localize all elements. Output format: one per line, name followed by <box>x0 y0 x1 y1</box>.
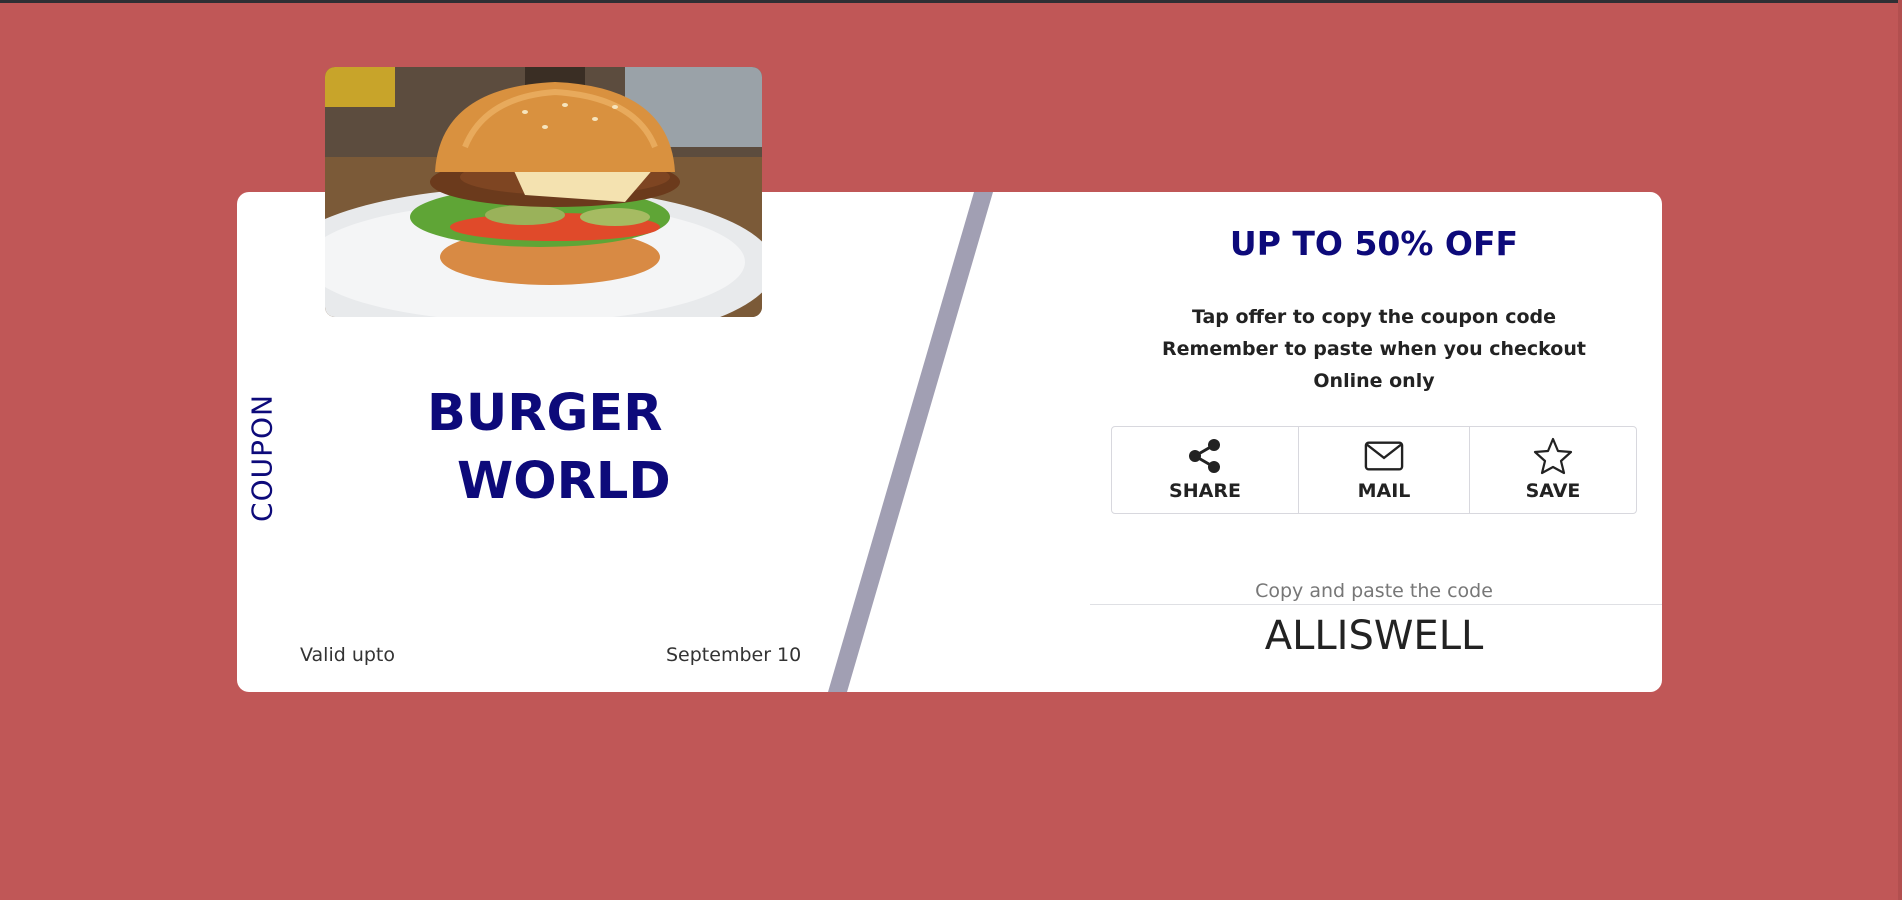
mail-label: MAIL <box>1357 480 1411 502</box>
valid-upto-date: September 10 <box>666 644 802 666</box>
burger-image <box>325 67 762 317</box>
instruction-paste: Remember to paste when you checkout <box>1162 338 1586 360</box>
share-button[interactable]: SHARE <box>1112 427 1298 513</box>
instruction-copy: Tap offer to copy the coupon code <box>1191 306 1557 328</box>
offer-title[interactable]: UP TO 50% OFF <box>1230 224 1518 263</box>
copy-hint: Copy and paste the code <box>1255 580 1493 602</box>
save-label: SAVE <box>1525 480 1581 502</box>
browser-top-edge <box>0 0 1902 3</box>
instruction-online: Online only <box>1313 370 1435 392</box>
valid-upto-label: Valid upto <box>300 644 395 666</box>
share-icon <box>1185 438 1225 474</box>
coupon-vertical-label: COUPON <box>245 394 279 522</box>
code-divider <box>1090 604 1662 605</box>
brand-name-line-1: BURGER <box>427 384 663 443</box>
save-button[interactable]: SAVE <box>1469 427 1636 513</box>
coupon-code[interactable]: ALLISWELL <box>1265 613 1484 659</box>
scrollbar-track[interactable] <box>1898 0 1902 900</box>
mail-button[interactable]: MAIL <box>1298 427 1469 513</box>
star-icon <box>1533 437 1573 475</box>
share-label: SHARE <box>1169 480 1241 502</box>
action-bar: SHARE MAIL SAVE <box>1111 426 1637 514</box>
brand-name-line-2: WORLD <box>457 452 671 511</box>
mail-icon <box>1364 438 1404 474</box>
